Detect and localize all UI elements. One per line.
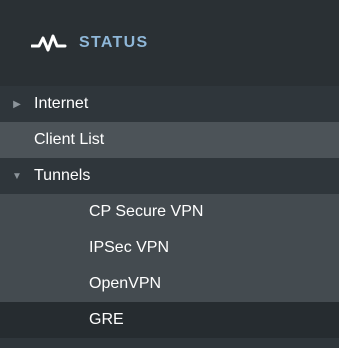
menu-item-internet[interactable]: ▶ Internet xyxy=(0,86,339,122)
submenu-item-label: CP Secure VPN xyxy=(89,203,204,220)
submenu-item-ipsec-vpn[interactable]: IPSec VPN xyxy=(0,230,339,266)
submenu-item-gre[interactable]: GRE xyxy=(0,302,339,338)
submenu-item-openvpn[interactable]: OpenVPN xyxy=(0,266,339,302)
status-menu: ▶ Internet Client List ▼ Tunnels CP Secu… xyxy=(0,86,339,338)
pulse-icon xyxy=(31,33,69,53)
menu-item-client-list[interactable]: Client List xyxy=(0,122,339,158)
status-sidebar: STATUS ▶ Internet Client List ▼ Tunnels … xyxy=(0,0,339,348)
menu-item-tunnels[interactable]: ▼ Tunnels xyxy=(0,158,339,194)
menu-item-label: Tunnels xyxy=(34,167,91,184)
submenu-item-label: GRE xyxy=(89,311,124,328)
caret-right-icon: ▶ xyxy=(13,98,21,110)
submenu-item-cp-secure-vpn[interactable]: CP Secure VPN xyxy=(0,194,339,230)
menu-item-label: Client List xyxy=(34,131,105,148)
sidebar-title: STATUS xyxy=(79,34,149,51)
submenu-item-label: IPSec VPN xyxy=(89,239,170,256)
caret-down-icon: ▼ xyxy=(12,170,22,182)
sidebar-header: STATUS xyxy=(0,0,339,86)
menu-item-label: Internet xyxy=(34,95,89,112)
submenu-item-label: OpenVPN xyxy=(89,275,162,292)
